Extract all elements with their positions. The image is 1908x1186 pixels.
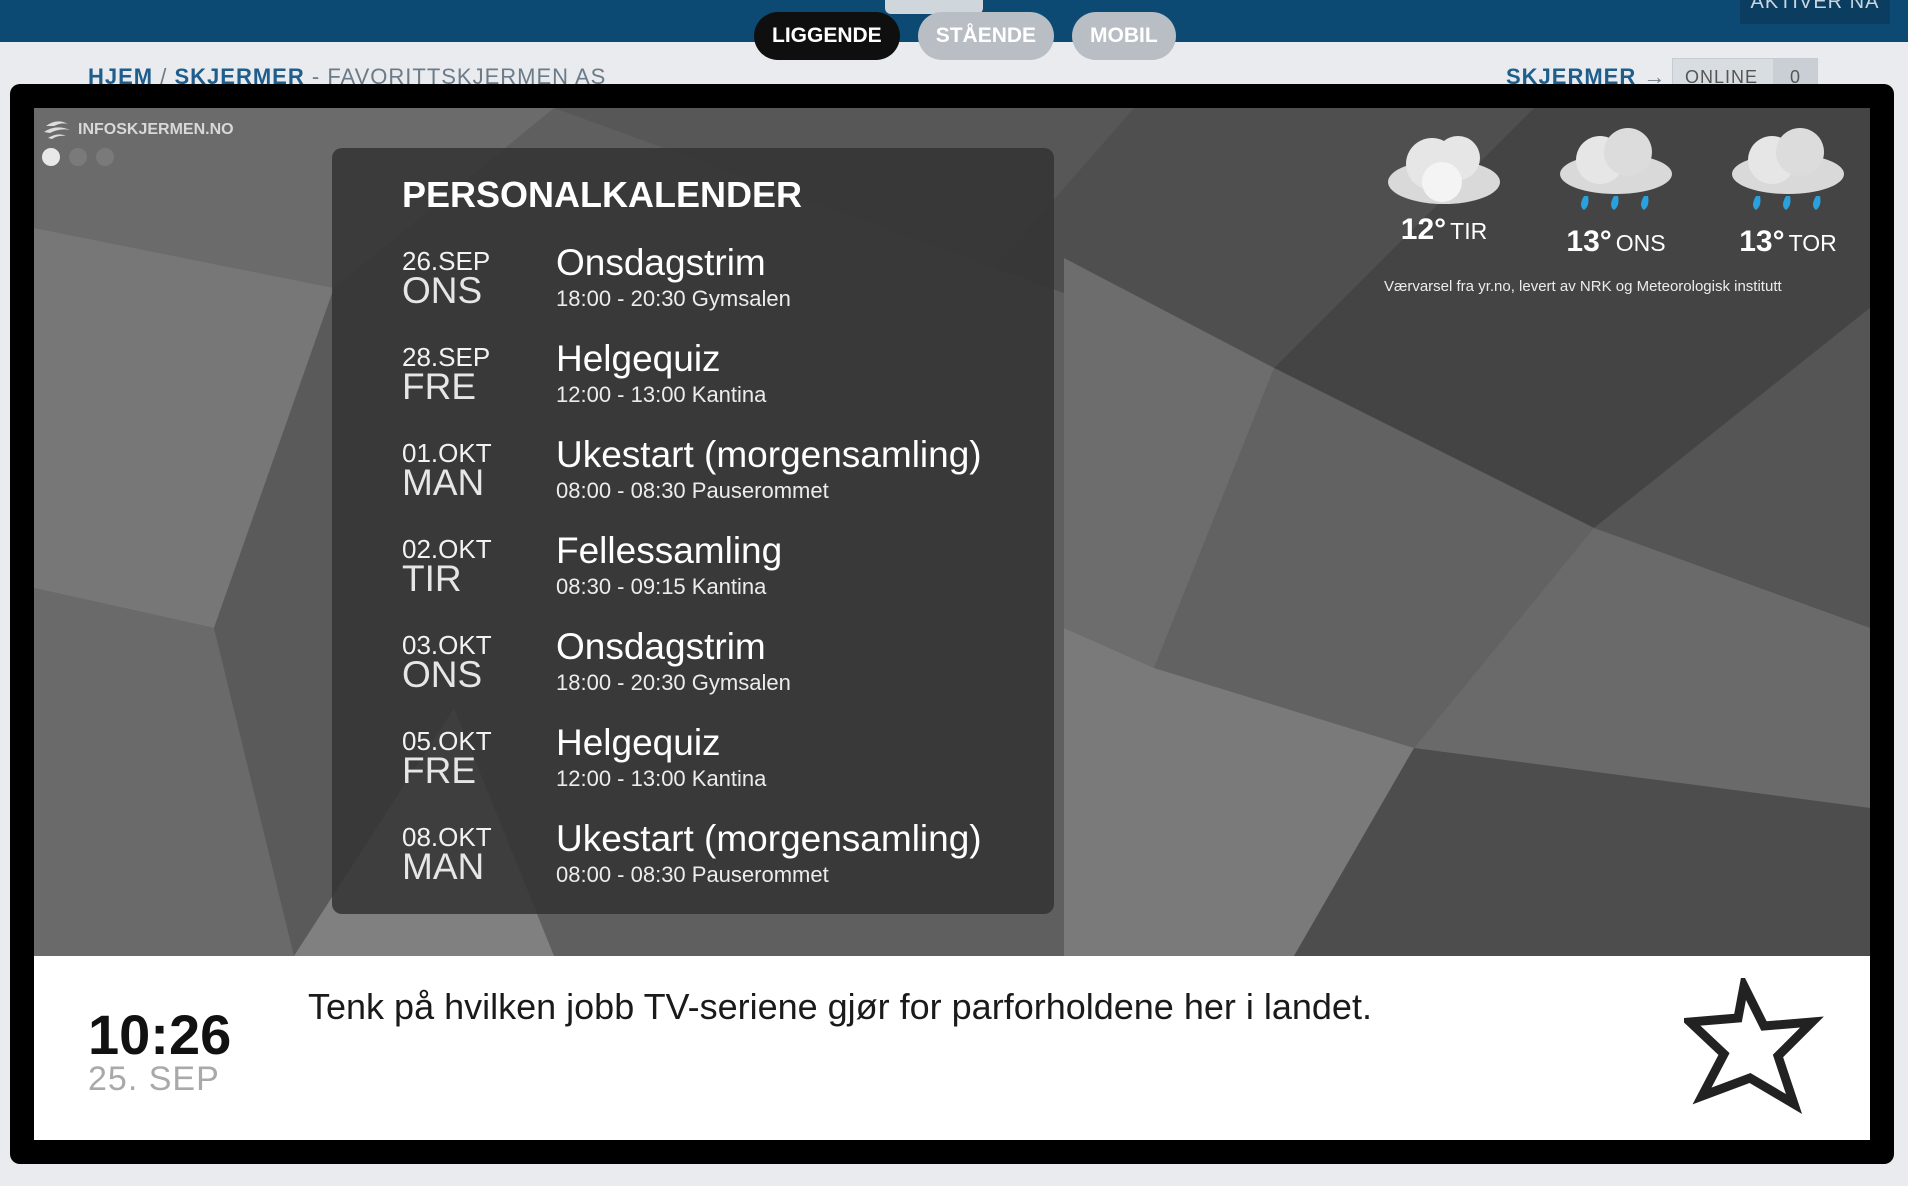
calendar-event: 28.SEP FRE Helgequiz 12:00 - 13:00 Kanti…	[402, 336, 1042, 432]
cloudy-sun-icon	[1388, 136, 1500, 204]
tab-mobile[interactable]: MOBIL	[1072, 12, 1176, 60]
event-weekday: ONS	[402, 270, 483, 311]
weather-day: 13° ONS	[1546, 124, 1686, 259]
weather-temp: 12°	[1400, 213, 1447, 246]
event-weekday: FRE	[402, 366, 476, 407]
slide-dot-3[interactable]	[96, 148, 114, 166]
event-title: Helgequiz	[556, 722, 721, 763]
event-weekday: FRE	[402, 750, 476, 791]
rain-cloud-icon	[1732, 128, 1844, 210]
slide-dot-2[interactable]	[69, 148, 87, 166]
weather-day: 12° TIR	[1374, 124, 1514, 247]
weather-weekday: ONS	[1615, 230, 1666, 256]
event-title: Ukestart (morgensamling)	[556, 434, 982, 475]
weather-weekday: TOR	[1788, 230, 1837, 256]
tab-landscape[interactable]: LIGGENDE	[754, 12, 900, 60]
event-title: Onsdagstrim	[556, 242, 766, 283]
calendar-event: 08.OKT MAN Ukestart (morgensamling) 08:0…	[402, 816, 1042, 912]
event-weekday: TIR	[402, 558, 462, 599]
star-icon	[1684, 978, 1824, 1114]
event-time-location: 18:00 - 20:30 Gymsalen	[556, 670, 791, 695]
event-title: Onsdagstrim	[556, 626, 766, 667]
brand-name: INFOSKJERMEN.NO	[78, 121, 234, 138]
weather-credit: Værvarsel fra yr.no, levert av NRK og Me…	[1384, 278, 1782, 295]
weather-weekday: TIR	[1450, 218, 1488, 244]
orientation-tabs: LIGGENDE STÅENDE MOBIL	[754, 12, 1176, 60]
event-time-location: 12:00 - 13:00 Kantina	[556, 766, 767, 791]
quote-text: Tenk på hvilken jobb TV-seriene gjør for…	[308, 986, 1372, 1027]
calendar-event: 01.OKT MAN Ukestart (morgensamling) 08:0…	[402, 432, 1042, 528]
event-weekday: ONS	[402, 654, 483, 695]
calendar-title: PERSONALKALENDER	[402, 174, 803, 215]
event-time-location: 18:00 - 20:30 Gymsalen	[556, 286, 791, 311]
tab-portrait[interactable]: STÅENDE	[917, 12, 1055, 60]
weather-day: 13° TOR	[1718, 124, 1858, 259]
calendar-event: 26.SEP ONS Onsdagstrim 18:00 - 20:30 Gym…	[402, 240, 1042, 336]
infoskjermen-logo-icon	[44, 121, 70, 139]
slide-indicator	[42, 148, 114, 166]
event-title: Helgequiz	[556, 338, 721, 379]
event-time-location: 12:00 - 13:00 Kantina	[556, 382, 767, 407]
activate-now-button[interactable]: AKTIVER NÅ	[1740, 0, 1890, 24]
event-title: Fellessamling	[556, 530, 783, 571]
staff-calendar-panel: PERSONALKALENDER 26.SEP ONS Onsdagstrim …	[332, 148, 1054, 914]
event-weekday: MAN	[402, 846, 485, 887]
rain-cloud-icon	[1560, 128, 1672, 210]
event-time-location: 08:00 - 08:30 Pauserommet	[556, 478, 829, 503]
event-time-location: 08:00 - 08:30 Pauserommet	[556, 862, 829, 887]
weather-temp: 13°	[1566, 225, 1612, 258]
slide-dot-1[interactable]	[42, 148, 60, 166]
screen-preview: INFOSKJERMEN.NO PERSONALKALENDER 26.SEP …	[34, 108, 1870, 1140]
footer-ticker: 10:26 25. SEP Tenk på hvilken jobb TV-se…	[34, 956, 1870, 1140]
event-title: Ukestart (morgensamling)	[556, 818, 982, 859]
event-time-location: 08:30 - 09:15 Kantina	[556, 574, 767, 599]
clock-date: 25. SEP	[88, 1060, 220, 1098]
calendar-event: 05.OKT FRE Helgequiz 12:00 - 13:00 Kanti…	[402, 720, 1042, 816]
calendar-event: 03.OKT ONS Onsdagstrim 18:00 - 20:30 Gym…	[402, 624, 1042, 720]
brand-logo: INFOSKJERMEN.NO	[42, 118, 234, 142]
clock-time: 10:26	[88, 1003, 232, 1066]
calendar-event: 02.OKT TIR Fellessamling 08:30 - 09:15 K…	[402, 528, 1042, 624]
weather-temp: 13°	[1739, 225, 1785, 258]
event-weekday: MAN	[402, 462, 485, 503]
